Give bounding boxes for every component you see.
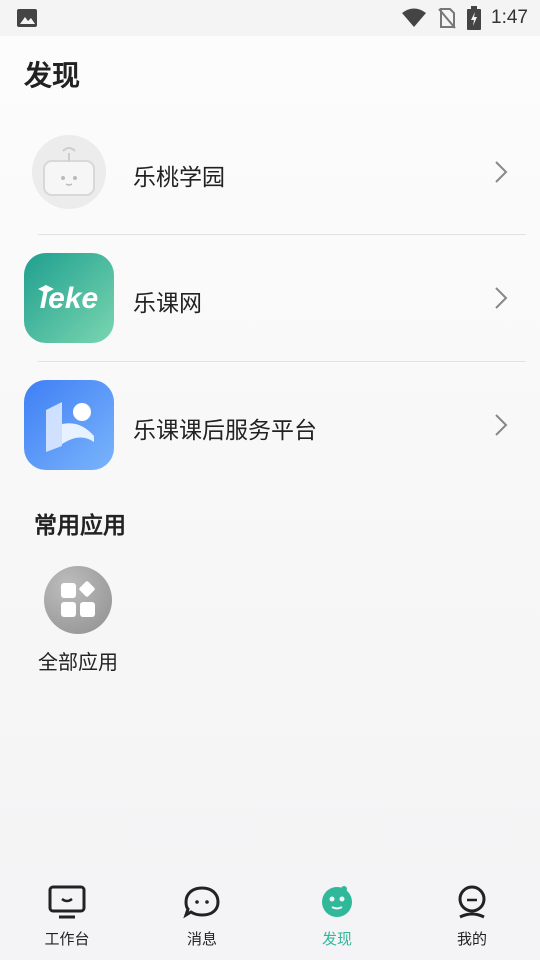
list-item-after-school-platform[interactable]: 乐课课后服务平台 [0,363,540,487]
tab-label: 发现 [321,930,352,948]
bottom-tab-bar: 工作台 消息 发现 我的 [0,874,540,960]
tab-discover[interactable]: 发现 [287,884,387,949]
monitor-icon [48,885,86,919]
section-title-common-apps: 常用应用 [34,513,126,539]
tab-label: 消息 [186,930,217,948]
book-person-icon [24,380,114,470]
list-item-label: 乐课课后服务平台 [133,418,317,444]
list-item-label: 乐课网 [133,291,202,317]
chevron-right-icon [495,414,508,436]
tab-label: 我的 [456,930,487,948]
tab-messages[interactable]: 消息 [152,884,252,949]
tab-label: 工作台 [44,930,90,948]
divider [38,361,526,362]
app-tile-all-apps[interactable]: 全部应用 [30,566,126,675]
divider [38,234,526,235]
page-title: 发现 [24,59,81,92]
no-sim-icon [438,8,456,29]
list-item-letao-xueyuan[interactable]: 乐桃学园 [0,110,540,234]
discover-page: 发现 乐桃学园 leke 乐课网 乐课课后服务平台 常用应用 全部应用 [0,36,540,874]
discover-planet-icon [322,886,352,917]
wifi-icon [402,8,427,27]
app-tile-label: 全部应用 [38,650,118,674]
grid-apps-icon [44,566,112,634]
mascot-tv-icon [32,135,106,209]
list-item-leke-wang[interactable]: leke 乐课网 [0,236,540,360]
profile-icon [458,885,486,919]
chevron-right-icon [495,161,508,183]
svg-text:leke: leke [40,282,98,315]
tab-profile[interactable]: 我的 [422,884,522,949]
tab-workbench[interactable]: 工作台 [17,884,117,949]
battery-charging-icon [467,6,482,30]
list-item-label: 乐桃学园 [133,165,225,191]
chevron-right-icon [495,287,508,309]
status-bar: 1:47 [0,0,540,36]
image-notification-icon [17,9,37,27]
chat-bubble-icon [183,886,220,919]
leke-logo-icon: leke [24,253,114,343]
status-time: 1:47 [491,7,528,28]
